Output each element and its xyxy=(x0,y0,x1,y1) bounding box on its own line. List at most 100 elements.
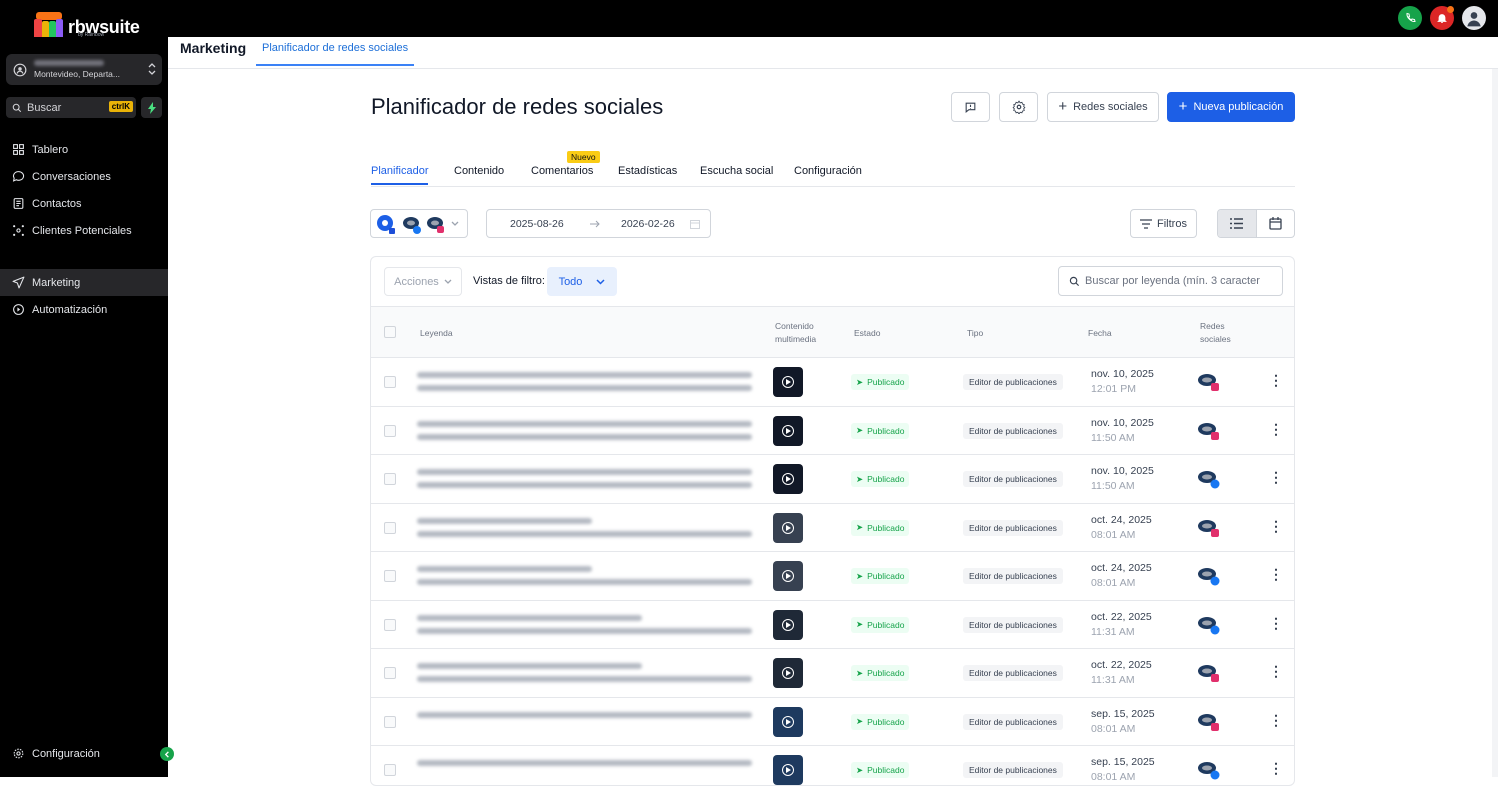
filter-view-select[interactable]: Todo xyxy=(547,267,617,296)
type-badge: Editor de publicaciones xyxy=(963,616,1063,633)
media-thumbnail[interactable] xyxy=(773,658,803,688)
tab-estadisticas[interactable]: Estadísticas xyxy=(618,165,677,177)
media-thumbnail[interactable] xyxy=(773,609,803,640)
media-thumbnail[interactable] xyxy=(773,464,803,494)
row-menu-icon[interactable]: ⋮ xyxy=(1269,470,1283,484)
planner-tabs: Planificador Contenido Comentarios Nuevo… xyxy=(371,151,1295,187)
date-from[interactable]: 2025-08-26 xyxy=(510,218,564,230)
collapse-sidebar-button[interactable] xyxy=(160,747,174,761)
row-menu-icon[interactable]: ⋮ xyxy=(1269,567,1283,581)
sidebar-item-tablero[interactable]: Tablero xyxy=(0,136,168,163)
sidebar-item-label: Tablero xyxy=(32,143,69,156)
filters-button[interactable]: Filtros xyxy=(1130,209,1197,238)
media-thumbnail[interactable] xyxy=(773,561,803,591)
section-header: Marketing Planificador de redes sociales xyxy=(168,37,1498,69)
user-avatar[interactable] xyxy=(1462,6,1486,30)
account-switcher[interactable]: Montevideo, Departa... xyxy=(6,54,162,85)
quick-action-button[interactable] xyxy=(141,97,162,118)
tab-contenido[interactable]: Contenido xyxy=(454,165,504,177)
sidebar-search[interactable]: Buscar ctrlK xyxy=(6,97,136,118)
send-icon: ➤ xyxy=(856,376,864,387)
table-row[interactable]: ➤ Publicado Editor de publicaciones oct. 22… xyxy=(371,601,1294,649)
table-row[interactable]: ➤ Publicado Editor de publicaciones oct. 24… xyxy=(371,504,1294,552)
phone-icon[interactable] xyxy=(1398,6,1422,30)
sidebar-item-label: Conversaciones xyxy=(32,170,111,183)
chat-icon xyxy=(12,171,25,182)
table-row[interactable]: ➤ Publicado Editor de publicaciones oct. 24… xyxy=(371,552,1294,601)
sidebar-item-configuracion[interactable]: Configuración xyxy=(0,740,168,767)
date-range-picker[interactable]: 2025-08-26 2026-02-26 xyxy=(486,209,711,238)
gear-icon xyxy=(1012,100,1025,114)
status-text: Publicado xyxy=(867,619,905,630)
table-row[interactable]: ➤ Publicado Editor de publicaciones sep. 15… xyxy=(371,746,1294,785)
table-row[interactable]: ➤ Publicado Editor de publicaciones sep. 15… xyxy=(371,698,1294,746)
media-thumbnail[interactable] xyxy=(773,367,803,397)
table-row[interactable]: ➤ Publicado Editor de publicaciones nov. 10… xyxy=(371,358,1294,407)
row-menu-icon[interactable]: ⋮ xyxy=(1269,761,1283,775)
col-date[interactable]: Fecha xyxy=(1088,327,1112,339)
media-thumbnail[interactable] xyxy=(773,706,803,737)
status-badge: ➤ Publicado xyxy=(851,519,910,536)
table-row[interactable]: ➤ Publicado Editor de publicaciones oct. 22… xyxy=(371,649,1294,698)
row-menu-icon[interactable]: ⋮ xyxy=(1269,373,1283,387)
caption-blurred-line xyxy=(417,760,752,766)
caption-search-input[interactable]: Buscar por leyenda (mín. 3 caracter xyxy=(1058,266,1283,296)
sidebar-item-conversaciones[interactable]: Conversaciones xyxy=(0,163,168,190)
sidebar-item-clientes-potenciales[interactable]: Clientes Potenciales xyxy=(0,217,168,244)
sidebar-item-automatizacion[interactable]: Automatización xyxy=(0,296,168,323)
caption-blurred-line xyxy=(417,482,752,488)
posts-table-card: Acciones Vistas de filtro: Todo Buscar p… xyxy=(370,256,1295,786)
instagram-account-icon xyxy=(1198,374,1219,391)
sidebar-item-marketing[interactable]: Marketing xyxy=(0,269,168,296)
page-scrollbar[interactable] xyxy=(1492,69,1498,777)
media-thumbnail[interactable] xyxy=(773,415,803,446)
row-checkbox[interactable] xyxy=(384,570,396,582)
col-type[interactable]: Tipo xyxy=(967,327,983,339)
calendar-view-button[interactable] xyxy=(1255,210,1295,237)
send-icon: ➤ xyxy=(856,522,864,532)
date-to[interactable]: 2026-02-26 xyxy=(621,218,675,230)
row-menu-icon[interactable]: ⋮ xyxy=(1269,616,1283,630)
gear-icon xyxy=(13,748,24,759)
filters-label: Filtros xyxy=(1157,217,1187,230)
row-checkbox[interactable] xyxy=(384,376,396,388)
date-text: oct. 22, 2025 xyxy=(1091,610,1152,623)
media-thumbnail[interactable] xyxy=(773,755,803,785)
col-caption[interactable]: Leyenda xyxy=(420,327,453,339)
row-checkbox[interactable] xyxy=(384,424,396,437)
sidebar-item-contactos[interactable]: Contactos xyxy=(0,190,168,217)
post-date: oct. 22, 2025 11:31 AM xyxy=(1091,610,1152,640)
row-checkbox[interactable] xyxy=(384,618,396,631)
account-name-blurred xyxy=(34,60,104,66)
list-view-button[interactable] xyxy=(1218,210,1256,237)
account-selector[interactable] xyxy=(370,209,468,238)
select-all-checkbox[interactable] xyxy=(384,326,396,338)
tab-configuracion[interactable]: Configuración xyxy=(794,165,862,177)
row-menu-icon[interactable]: ⋮ xyxy=(1269,422,1283,436)
media-thumbnail[interactable] xyxy=(773,512,803,543)
tab-comentarios[interactable]: Comentarios xyxy=(531,165,593,177)
feedback-button[interactable] xyxy=(951,92,990,122)
tab-planificador[interactable]: Planificador xyxy=(371,165,429,185)
bell-icon[interactable] xyxy=(1430,6,1454,30)
row-checkbox[interactable] xyxy=(384,521,396,534)
row-menu-icon[interactable]: ⋮ xyxy=(1269,519,1283,533)
new-post-button[interactable]: + Nueva publicación xyxy=(1167,92,1295,122)
row-menu-icon[interactable]: ⋮ xyxy=(1269,713,1283,727)
instagram-account-icon xyxy=(1198,713,1219,731)
tab-planificador-redes[interactable]: Planificador de redes sociales xyxy=(256,37,415,66)
col-status[interactable]: Estado xyxy=(854,327,880,339)
row-checkbox[interactable] xyxy=(384,764,396,776)
row-checkbox[interactable] xyxy=(384,715,396,728)
social-networks-button[interactable]: + Redes sociales xyxy=(1047,92,1159,122)
row-checkbox[interactable] xyxy=(384,473,396,485)
tab-escucha-social[interactable]: Escucha social xyxy=(700,165,773,177)
row-menu-icon[interactable]: ⋮ xyxy=(1269,664,1283,678)
settings-button[interactable] xyxy=(999,92,1038,122)
table-row[interactable]: ➤ Publicado Editor de publicaciones nov. 10… xyxy=(371,407,1294,455)
table-row[interactable]: ➤ Publicado Editor de publicaciones nov. 10… xyxy=(371,455,1294,504)
status-text: Publicado xyxy=(867,765,905,775)
notification-dot xyxy=(1447,6,1454,13)
row-checkbox[interactable] xyxy=(384,667,396,679)
actions-dropdown[interactable]: Acciones xyxy=(384,267,462,296)
